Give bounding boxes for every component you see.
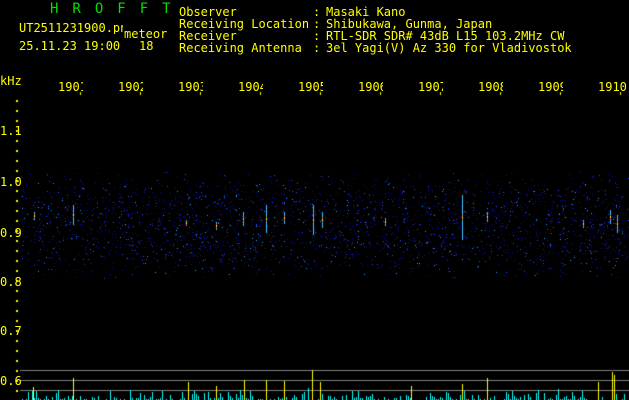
spectrogram: [0, 0, 629, 400]
echo-count: 18: [139, 39, 154, 53]
time-label: 1901: [58, 80, 83, 94]
info-label: Receiving Antenna: [179, 41, 302, 55]
time-label: 1904: [238, 80, 263, 94]
info-value: 3el Yagi(V) Az 330 for Vladivostok: [326, 41, 572, 55]
filename: UT2511231900.png: [19, 22, 123, 34]
info-colon: :: [313, 41, 321, 55]
time-label: 1908: [478, 80, 503, 94]
freq-label: 0.6: [0, 374, 22, 388]
time-label: 1907: [418, 80, 443, 94]
freq-label: 1.1: [0, 124, 22, 138]
freq-label: 1.0: [0, 175, 22, 189]
app-title: HROFFT: [50, 1, 185, 17]
freq-label: 0.9: [0, 226, 22, 240]
time-label: 1902: [118, 80, 143, 94]
time-label: 1909: [538, 80, 563, 94]
time-label: 1906: [358, 80, 383, 94]
unit-label: kHz: [0, 74, 22, 88]
freq-label: 0.8: [0, 275, 22, 289]
time-label: 1905: [298, 80, 323, 94]
datetime: 25.11.23 19:00: [19, 39, 121, 53]
time-label: 1910: [598, 80, 627, 94]
time-label: 1903: [178, 80, 203, 94]
freq-label: 0.7: [0, 324, 22, 338]
